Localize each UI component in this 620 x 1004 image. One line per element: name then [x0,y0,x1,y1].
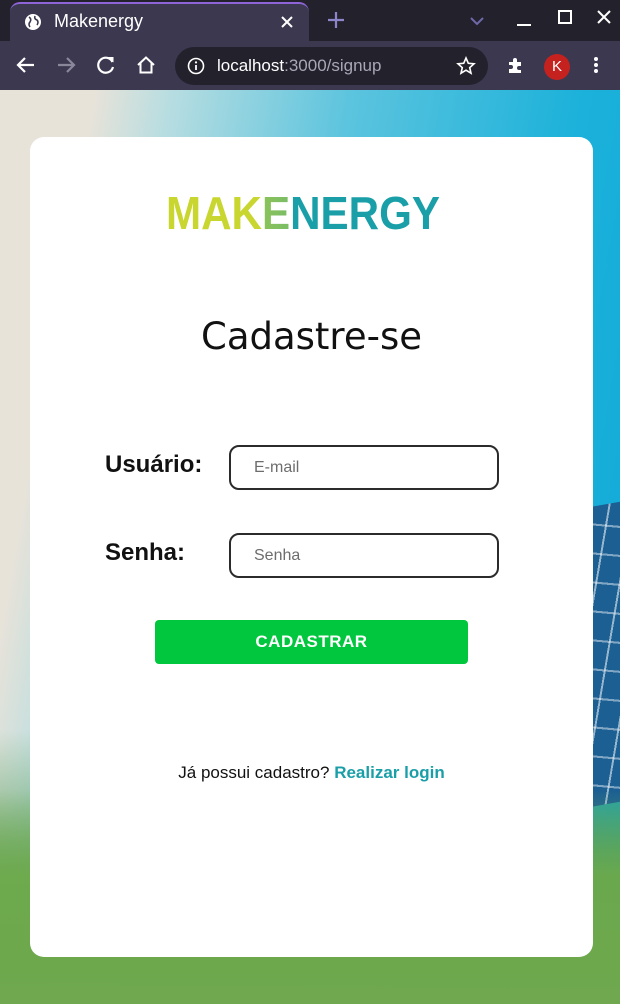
logo-part-2: E [262,189,290,235]
password-input[interactable] [229,533,499,578]
reload-icon[interactable] [95,54,117,76]
browser-toolbar: localhost:3000/signup K [0,41,620,90]
close-tab-icon[interactable] [278,13,296,31]
tab-title: Makenergy [54,11,144,31]
bookmark-star-icon[interactable] [456,56,476,76]
profile-avatar[interactable]: K [544,54,570,80]
browser-tab[interactable]: Makenergy [10,2,309,41]
makenergy-logo: MAKENERGY [166,189,440,235]
page-viewport: MAKENERGY Cadastre-se Usuário: Senha: CA… [0,90,620,1004]
login-prompt: Já possui cadastro? Realizar login [30,763,593,783]
user-label: Usuário: [105,451,203,478]
url-path: :3000/signup [284,56,382,75]
url-host: localhost [217,56,285,75]
svg-text:MAKENERGY: MAKENERGY [166,189,440,235]
minimize-icon[interactable] [515,10,533,28]
logo-part-3: NERGY [290,189,440,235]
login-prompt-text: Já possui cadastro? [178,763,335,782]
signup-button[interactable]: CADASTRAR [155,620,468,664]
home-icon[interactable] [135,54,157,76]
globe-icon [25,14,41,30]
page-title: Cadastre-se [200,315,422,358]
signup-card: MAKENERGY Cadastre-se Usuário: Senha: CA… [30,137,593,957]
new-tab-icon[interactable] [326,10,346,30]
info-icon[interactable] [187,57,205,75]
password-label: Senha: [105,539,186,566]
tab-strip: Makenergy [0,0,620,41]
login-link[interactable]: Realizar login [334,763,445,782]
logo-part-1: MAK [166,189,262,235]
address-bar[interactable]: localhost:3000/signup [175,47,488,85]
email-input[interactable] [229,445,499,490]
menu-dots-icon[interactable] [585,54,607,76]
url-text: localhost:3000/signup [217,56,381,76]
chevron-down-icon[interactable] [468,12,486,30]
maximize-icon[interactable] [556,8,574,26]
window-close-icon[interactable] [594,7,614,27]
forward-icon[interactable] [55,54,77,76]
back-icon[interactable] [15,54,37,76]
extensions-icon[interactable] [505,54,527,76]
